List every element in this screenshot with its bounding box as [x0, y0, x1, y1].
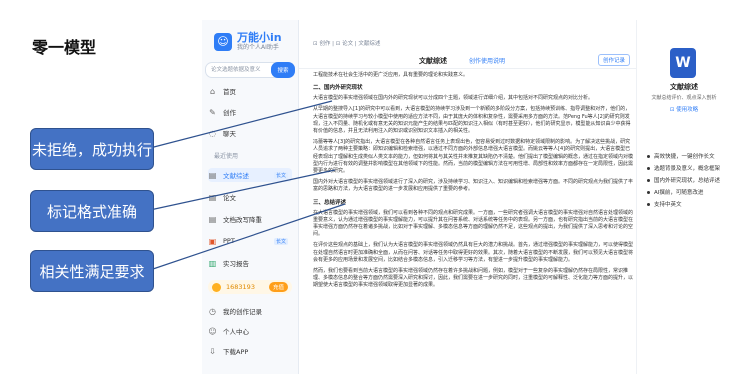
bullet-icon [647, 190, 650, 194]
feature-item: AI撰前，可随意改进 [647, 188, 703, 196]
app-window: ☺ 万能小in 我的个人AI助手 论文选题依据及意义 搜索 ⌂ 首页 ✎ 创作 … [202, 20, 730, 374]
sidebar-item-label: 论文 [223, 194, 236, 202]
chat-icon: ◌ [209, 128, 216, 138]
feature-item: 高效快捷，一键创作长文 [647, 152, 715, 160]
word-icon: W [670, 48, 696, 78]
callout-box: 标记格式准确 [30, 190, 154, 232]
sidebar-item-download-app[interactable]: ⇩ 下载APP [208, 344, 292, 358]
document-body: 工程能技术在社会生活中的更广泛应用，具有重要的理论和实践意义。 二、国内外研究现状… [313, 72, 633, 294]
section-heading: 三、总结评述 [313, 199, 347, 206]
document-paragraph: 在大语言模型的事实增强领域，我们可以看到各种不同的观点和研究成果。一方面，一些研… [313, 209, 634, 238]
sidebar: ☺ 万能小in 我的个人AI助手 论文选题依据及意义 搜索 ⌂ 首页 ✎ 创作 … [202, 20, 299, 374]
sidebar-item-chat[interactable]: ◌ 聊天 [208, 126, 292, 140]
callout-box: 未拒绝，成功执行 [30, 128, 154, 170]
usage-guide-link[interactable]: 创作使用说明 [469, 56, 505, 65]
points-value: 1683193 [226, 283, 255, 291]
document-icon: ▤ [208, 192, 217, 202]
callout-box: 相关性满足要求 [30, 250, 154, 292]
feature-text: AI撰前，可随意改进 [654, 190, 704, 196]
document-paragraph: 冯蕾等等人[3]的研究指出，大语言模型在各种自然语言任务上表现出色，但容易受到过… [313, 139, 634, 175]
sidebar-item-label: 文献综述 [223, 172, 249, 180]
callout-text: 标记格式准确 [46, 202, 137, 221]
app-logo[interactable]: ☺ 万能小in 我的个人AI助手 [214, 32, 282, 51]
document-paragraph: 大语言模型的事实增强领域在国内外的研究现状可以分成四个主题，领域进行详细介绍，其… [313, 95, 594, 102]
feature-item: 国内外研究现状，总结评述 [647, 176, 720, 184]
section-heading: 二、国内外研究现状 [313, 85, 363, 92]
usage-tips-link[interactable]: ⊡ 使用攻略 [637, 105, 730, 113]
sidebar-item-label: 下载APP [223, 348, 249, 356]
logo-name: 万能小in [237, 31, 282, 44]
document-title: 文献综述 [419, 57, 447, 65]
report-icon: ▥ [208, 258, 217, 268]
points-balance: 1683193 充值 [208, 280, 292, 294]
sidebar-item-create[interactable]: ✎ 创作 [208, 105, 292, 119]
feature-text: 支持中英文 [654, 202, 682, 208]
logo-icon: ☺ [214, 32, 232, 51]
search-button[interactable]: 搜索 [271, 62, 295, 78]
document-icon: ▤ [208, 214, 217, 224]
bullet-icon [647, 178, 650, 182]
sidebar-item-label: 聊天 [223, 130, 236, 138]
document-paragraph: 国内外对大语言模型的事实增强领域进行了深入的研究，涉及持续学习、知识注入、知识编… [313, 179, 634, 193]
sidebar-item-label: 文档改写降重 [223, 216, 262, 224]
sidebar-item-label: 创作 [223, 109, 236, 117]
feature-text: 国内外研究现状，总结评述 [654, 178, 721, 184]
sidebar-item-literature-review[interactable]: ▤ 文献综述 长文 [208, 168, 292, 182]
recharge-button[interactable]: 充值 [268, 282, 288, 292]
document-header: 文献综述 创作使用说明 创作记录 [299, 52, 636, 69]
main-content: ⊡ 创作 | ⊡ 论文 | 文献综述 文献综述 创作使用说明 创作记录 工程能技… [299, 20, 636, 374]
sidebar-item-profile[interactable]: ☺ 个人中心 [208, 324, 292, 338]
creation-record-button[interactable]: 创作记录 [597, 54, 630, 66]
panel-description: 文献总结评价、观点深入剖析 [651, 95, 717, 101]
search-box[interactable]: 论文选题依据及意义 搜索 [205, 62, 295, 78]
slide-title: 零一模型 [32, 38, 97, 57]
ppt-icon: ▣ [208, 236, 217, 246]
bullet-icon [647, 154, 650, 158]
document-paragraph: 工程能技术在社会生活中的更广泛应用，具有重要的理论和实践意义。 [313, 72, 469, 78]
document-paragraph: 从早期的整搜导入[1]的研究中可以看到，大语言模型的持续学习涉及到一个新颖的多阶… [313, 106, 631, 135]
long-text-badge: 长文 [273, 237, 288, 245]
bullet-icon [647, 202, 650, 206]
long-text-badge: 长文 [273, 171, 288, 179]
sidebar-item-internship-report[interactable]: ▥ 实习报告 [208, 256, 292, 270]
document-icon: ▤ [208, 170, 217, 180]
recent-label: 最近使用 [214, 153, 239, 160]
user-icon: ☺ [208, 326, 217, 336]
sidebar-item-label: PPT [223, 237, 235, 245]
callout-text: 未拒绝，成功执行 [31, 140, 152, 159]
search-input[interactable]: 论文选题依据及意义 [211, 65, 261, 73]
panel-title: 文献综述 [670, 83, 698, 91]
document-paragraph: 然而，我们也要看到当前大语言模型的事实增强领域仍然存在着许多挑战和问题，例如，模… [313, 268, 634, 289]
sidebar-item-ppt[interactable]: ▣ PPT 长文 [208, 234, 292, 248]
feature-text: 选题背景及意义，概念框架 [654, 166, 721, 172]
edit-icon: ✎ [209, 107, 216, 117]
right-panel: W 文献综述 文献总结评价、观点深入剖析 ⊡ 使用攻略 高效快捷，一键创作长文 … [636, 20, 730, 374]
sidebar-item-label: 实习报告 [223, 260, 249, 268]
history-icon: ◷ [209, 306, 216, 316]
bullet-icon [647, 166, 650, 170]
sidebar-item-history[interactable]: ◷ 我的创作记录 [208, 304, 292, 318]
feature-text: 高效快捷，一键创作长文 [654, 154, 715, 160]
sidebar-item-home[interactable]: ⌂ 首页 [208, 84, 292, 98]
home-icon: ⌂ [209, 86, 216, 96]
breadcrumb[interactable]: ⊡ 创作 | ⊡ 论文 | 文献综述 [313, 39, 380, 47]
sidebar-item-paper[interactable]: ▤ 论文 [208, 190, 292, 204]
document-paragraph: 在评价这些观点的基础上，我们认为大语言模型的事实增强领域仍然具有巨大的潜力和挑战… [313, 242, 634, 263]
feature-item: 选题背景及意义，概念框架 [647, 164, 720, 172]
coin-icon [212, 282, 221, 292]
logo-tagline: 我的个人AI助手 [237, 44, 279, 51]
download-icon: ⇩ [209, 346, 216, 356]
feature-item: 支持中英文 [647, 200, 682, 208]
sidebar-item-label: 首页 [223, 88, 236, 96]
sidebar-item-rewrite[interactable]: ▤ 文档改写降重 [208, 212, 292, 226]
sidebar-item-label: 个人中心 [223, 328, 249, 336]
callout-text: 相关性满足要求 [39, 262, 145, 281]
sidebar-item-label: 我的创作记录 [223, 308, 262, 316]
